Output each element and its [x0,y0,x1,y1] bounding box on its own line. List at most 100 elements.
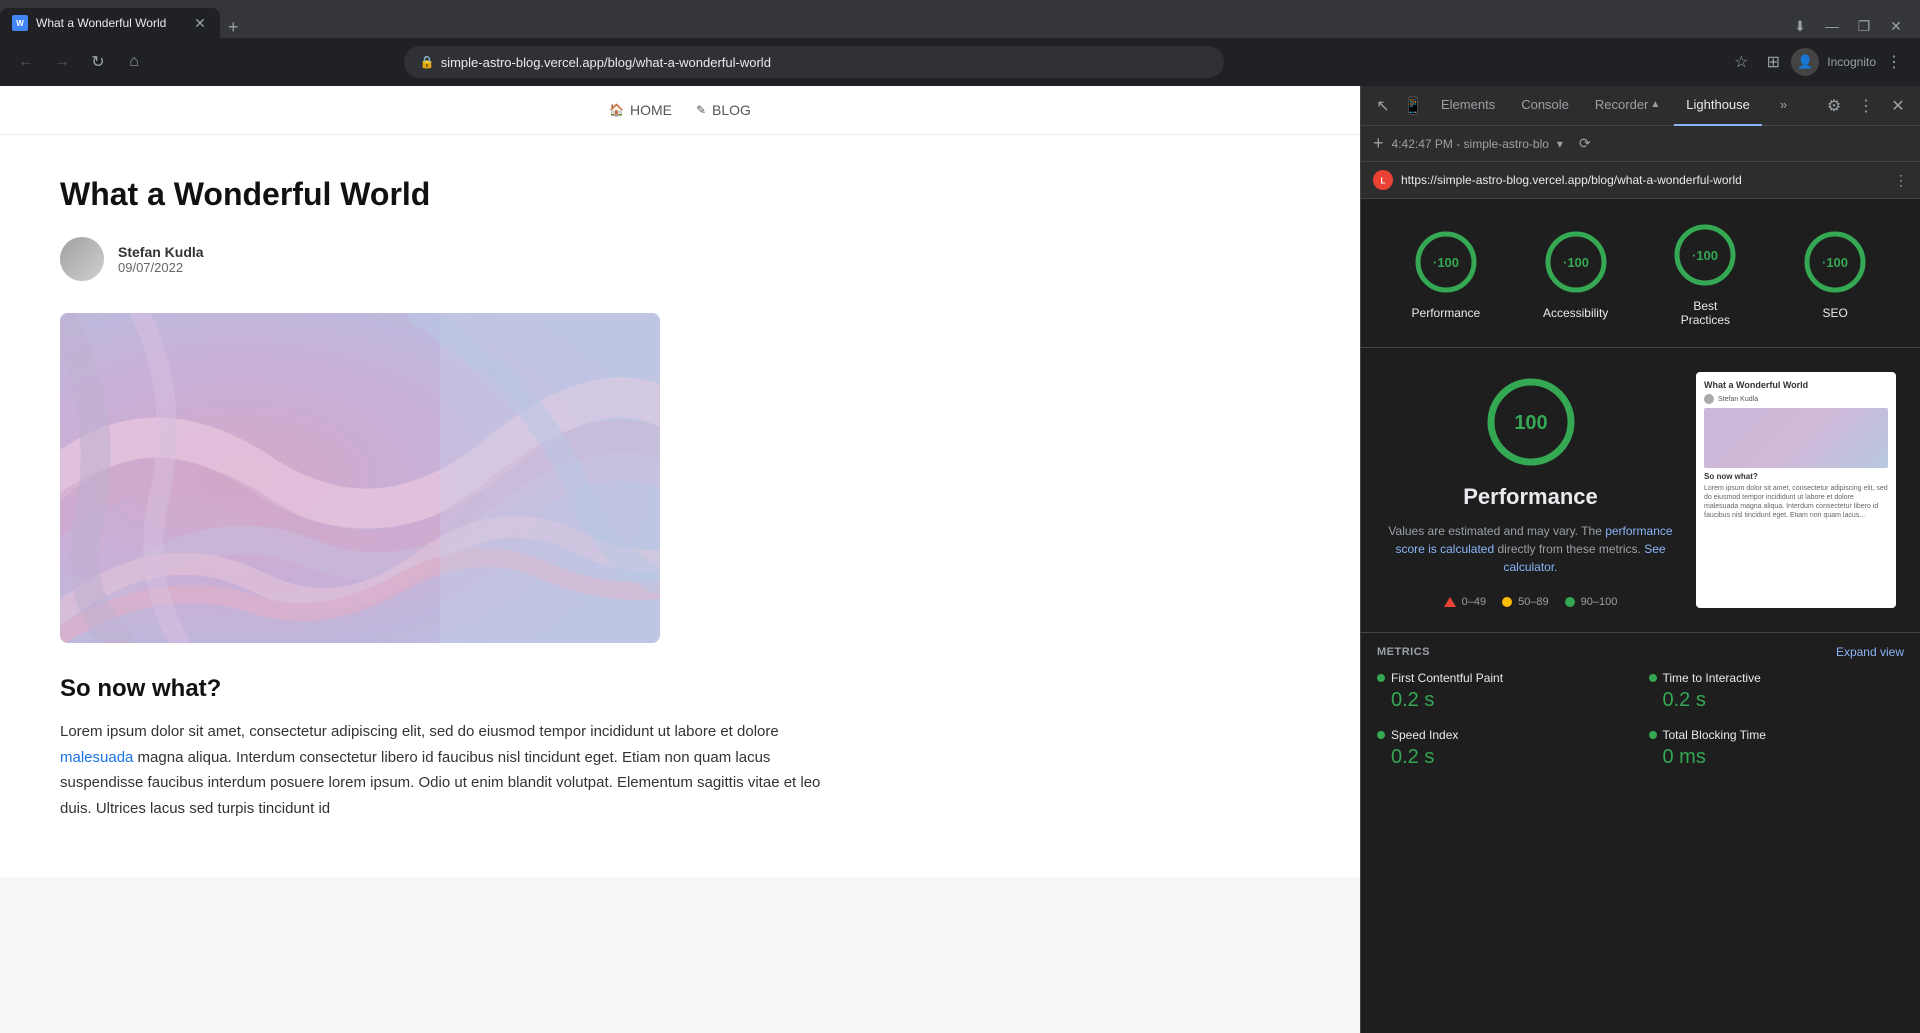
extension-button[interactable]: ⊞ [1759,48,1787,76]
address-input-bar[interactable]: 🔒 simple-astro-blog.vercel.app/blog/what… [404,46,1224,78]
performance-detail-section: 100 Performance Values are estimated and… [1361,348,1920,632]
home-button[interactable]: ⌂ [120,48,148,76]
metric-tbt: Total Blocking Time 0 ms [1649,728,1905,769]
active-tab[interactable]: W What a Wonderful World ✕ [0,8,220,38]
devtools-panel: ↖ 📱 Elements Console Recorder ▲ Lighthou… [1360,86,1920,1033]
metric-tbt-indicator [1649,731,1657,739]
range-orange-label: 50–89 [1518,596,1549,608]
range-green-icon [1565,597,1575,607]
session-dropdown[interactable]: ▾ [1557,137,1563,151]
forward-button[interactable]: → [48,48,76,76]
expand-view-button[interactable]: Expand view [1836,645,1904,659]
back-button[interactable]: ← [12,48,40,76]
article: What a Wonderful World Stefan Kudla 09/0… [0,135,900,877]
metrics-grid: First Contentful Paint 0.2 s Time to Int… [1377,671,1904,769]
bookmark-button[interactable]: ☆ [1727,48,1755,76]
svg-text:·100: ·100 [1563,255,1589,270]
preview-avatar [1704,394,1714,404]
body-text-1: Lorem ipsum dolor sit amet, consectetur … [60,723,779,740]
metric-tti-label: Time to Interactive [1649,671,1905,685]
perf-desc-2: directly from these metrics. [1494,542,1644,556]
website-content: 🏠 HOME ✎ BLOG What a Wonderful World Ste… [0,86,1360,877]
metric-tbt-value: 0 ms [1649,746,1905,769]
tab-elements[interactable]: Elements [1429,86,1507,126]
range-red-icon [1444,597,1456,607]
seo-label-sm: SEO [1822,306,1847,320]
blog-nav-icon: ✎ [696,103,706,117]
range-orange: 50–89 [1502,596,1549,608]
range-orange-icon [1502,597,1512,607]
blog-nav-link[interactable]: ✎ BLOG [696,102,751,118]
preview-section-heading: So now what? [1704,472,1888,481]
restore-window-button[interactable]: ❐ [1852,14,1876,38]
devtools-toolbar-icons: ⚙ ⋮ ✕ [1820,92,1912,120]
performance-label-sm: Performance [1412,306,1481,320]
devtools-close-button[interactable]: ✕ [1884,92,1912,120]
main-area: 🏠 HOME ✎ BLOG What a Wonderful World Ste… [0,86,1920,1033]
range-green-label: 90–100 [1581,596,1618,608]
preview-body-text: Lorem ipsum dolor sit amet, consectetur … [1704,484,1888,520]
preview-article-title: What a Wonderful World [1704,380,1888,390]
author-avatar [60,237,104,281]
metric-si-label: Speed Index [1377,728,1633,742]
svg-text:·100: ·100 [1822,255,1848,270]
profile-button[interactable]: 👤 [1791,48,1819,76]
tab-console[interactable]: Console [1509,86,1581,126]
home-nav-icon: 🏠 [609,103,624,117]
body-text-2: magna aliqua. Interdum consectetur liber… [60,749,820,817]
tab-recorder[interactable]: Recorder ▲ [1583,86,1672,126]
incognito-label: Incognito [1827,55,1876,69]
browser-chrome: W What a Wonderful World ✕ + ⬇ — ❐ ✕ ← →… [0,0,1920,86]
minimize-button[interactable]: — [1820,14,1844,38]
window-controls: ⬇ — ❐ ✕ [1776,14,1920,38]
author-name: Stefan Kudla [118,244,204,260]
devtools-inspect-button[interactable]: ↖ [1369,92,1397,120]
devtools-settings-button[interactable]: ⚙ [1820,92,1848,120]
restore-button[interactable]: ⬇ [1788,14,1812,38]
malesuada-link[interactable]: malesuada [60,749,133,766]
svg-text:·100: ·100 [1433,255,1459,270]
avatar-image [60,237,104,281]
metric-fcp-indicator [1377,674,1385,682]
new-tab-button[interactable]: + [220,17,247,38]
perf-desc-1: Values are estimated and may vary. The [1388,524,1605,538]
performance-detail-title: Performance [1463,484,1598,510]
lighthouse-url-menu-button[interactable]: ⋮ [1894,172,1908,189]
close-window-button[interactable]: ✕ [1884,14,1908,38]
svg-text:L: L [1381,177,1386,186]
article-body: Lorem ipsum dolor sit amet, consectetur … [60,719,840,821]
blog-nav-label: BLOG [712,102,751,118]
svg-text:W: W [16,19,24,28]
accessibility-gauge-sm: ·100 [1540,226,1612,298]
metrics-title: METRICS [1377,646,1430,658]
tab-close-button[interactable]: ✕ [192,15,208,31]
metric-si: Speed Index 0.2 s [1377,728,1633,769]
recorder-icon: ▲ [1650,99,1660,110]
devtools-more-button[interactable]: ⋮ [1852,92,1880,120]
tab-bar: W What a Wonderful World ✕ + ⬇ — ❐ ✕ [0,0,1920,38]
tab-lighthouse[interactable]: Lighthouse [1674,86,1762,126]
si-label-text: Speed Index [1391,728,1458,742]
devtools-device-button[interactable]: 📱 [1399,92,1427,120]
menu-button[interactable]: ⋮ [1880,48,1908,76]
metric-si-value: 0.2 s [1377,746,1633,769]
tab-more[interactable]: » [1768,86,1799,126]
metric-fcp-label: First Contentful Paint [1377,671,1633,685]
add-session-button[interactable]: + [1373,133,1384,154]
section-heading: So now what? [60,675,840,703]
reload-session-button[interactable]: ⟳ [1579,135,1591,152]
toolbar-right: ☆ ⊞ 👤 Incognito ⋮ [1727,48,1908,76]
performance-gauge-sm: ·100 [1410,226,1482,298]
home-nav-link[interactable]: 🏠 HOME [609,102,672,118]
website-panel: 🏠 HOME ✎ BLOG What a Wonderful World Ste… [0,86,1360,1033]
preview-hero-image [1704,408,1888,468]
article-title: What a Wonderful World [60,175,840,213]
author-info: Stefan Kudla 09/07/2022 [118,244,204,275]
author-date: 09/07/2022 [118,260,204,275]
svg-text:100: 100 [1514,412,1547,434]
site-navigation: 🏠 HOME ✎ BLOG [0,86,1360,135]
home-nav-label: HOME [630,102,672,118]
session-info: 4:42:47 PM - simple-astro-blo [1392,137,1549,151]
lighthouse-url-bar: L https://simple-astro-blog.vercel.app/b… [1361,162,1920,199]
reload-button[interactable]: ↻ [84,48,112,76]
